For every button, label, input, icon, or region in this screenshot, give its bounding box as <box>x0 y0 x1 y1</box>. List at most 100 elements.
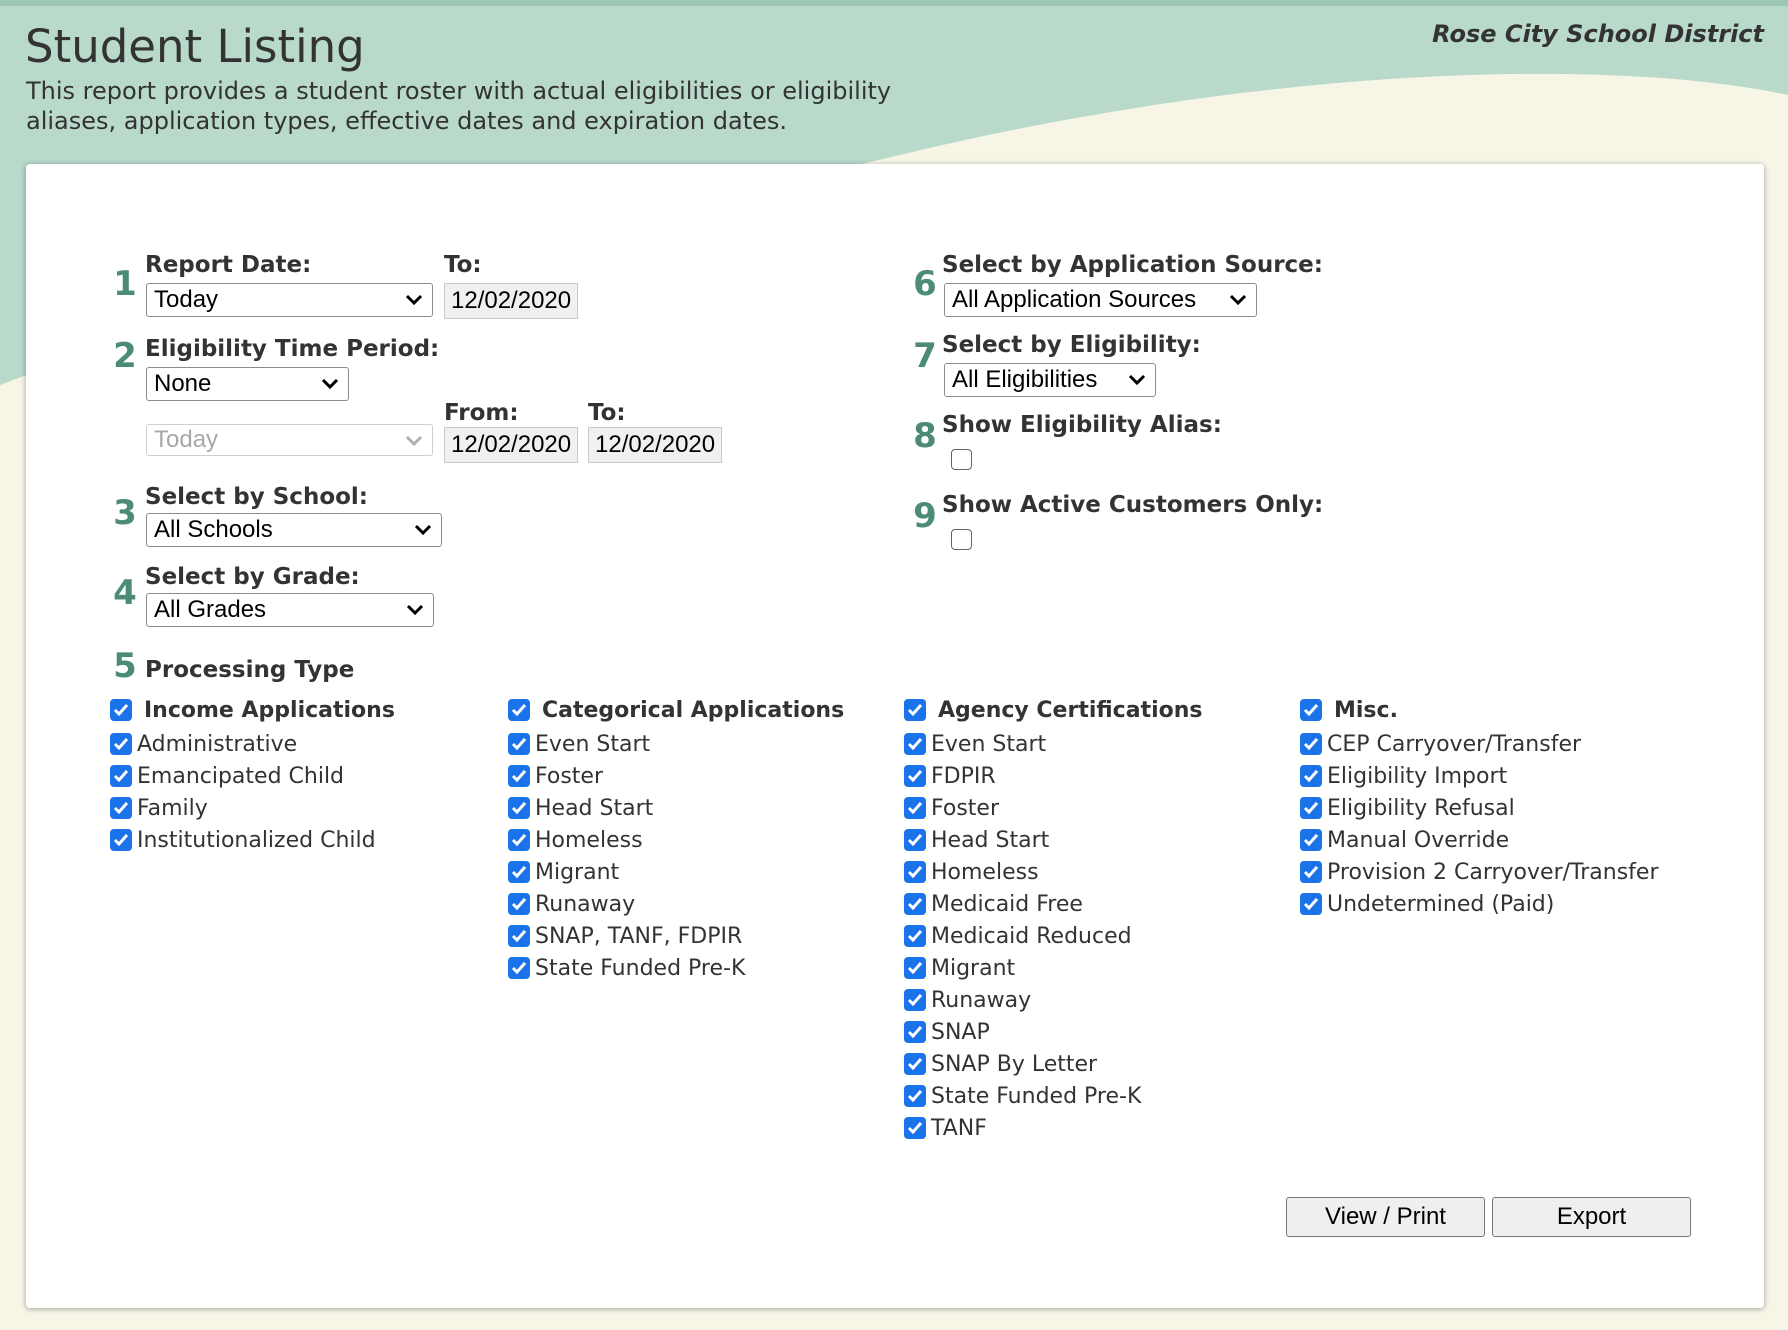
option-checkbox[interactable] <box>508 893 530 915</box>
application-source-value: All Application Sources <box>952 286 1197 313</box>
processing-type-option[interactable]: SNAP <box>904 1018 1294 1050</box>
export-button[interactable]: Export <box>1492 1197 1691 1237</box>
period-to-label: To: <box>588 400 626 426</box>
grade-select[interactable]: All Grades <box>146 593 434 627</box>
option-checkbox[interactable] <box>904 893 926 915</box>
processing-type-option[interactable]: Head Start <box>904 826 1294 858</box>
option-checkbox[interactable] <box>1300 861 1322 883</box>
option-checkbox[interactable] <box>508 861 530 883</box>
option-checkbox[interactable] <box>904 1117 926 1139</box>
processing-type-option[interactable]: Foster <box>904 794 1294 826</box>
school-select[interactable]: All Schools <box>146 513 442 547</box>
option-checkbox[interactable] <box>904 989 926 1011</box>
active-customers-checkbox[interactable] <box>951 529 972 550</box>
step-number-2: 2 <box>113 336 137 376</box>
option-checkbox[interactable] <box>904 1021 926 1043</box>
eligibility-alias-checkbox[interactable] <box>951 449 972 470</box>
option-checkbox[interactable] <box>904 765 926 787</box>
option-checkbox[interactable] <box>110 765 132 787</box>
step-number-3: 3 <box>113 493 137 533</box>
option-checkbox[interactable] <box>1300 797 1322 819</box>
processing-type-option[interactable]: Emancipated Child <box>110 762 500 794</box>
option-checkbox[interactable] <box>904 925 926 947</box>
option-checkbox[interactable] <box>508 925 530 947</box>
option-checkbox[interactable] <box>508 733 530 755</box>
processing-type-option[interactable]: Migrant <box>904 954 1294 986</box>
view-print-button[interactable]: View / Print <box>1286 1197 1485 1237</box>
option-checkbox[interactable] <box>508 957 530 979</box>
option-checkbox[interactable] <box>1300 733 1322 755</box>
option-checkbox[interactable] <box>904 733 926 755</box>
checkmark-icon <box>1303 770 1319 783</box>
checkmark-icon <box>511 834 527 847</box>
processing-group-header[interactable]: Categorical Applications <box>508 696 898 730</box>
processing-type-option[interactable]: State Funded Pre-K <box>508 954 898 986</box>
processing-type-option[interactable]: Even Start <box>904 730 1294 762</box>
processing-type-option[interactable]: FDPIR <box>904 762 1294 794</box>
option-label: Foster <box>931 796 999 821</box>
processing-type-option[interactable]: Eligibility Import <box>1300 762 1690 794</box>
processing-type-option[interactable]: Runaway <box>508 890 898 922</box>
processing-type-option[interactable]: Homeless <box>904 858 1294 890</box>
checkmark-icon <box>907 1090 923 1103</box>
group-checkbox[interactable] <box>508 699 530 721</box>
option-checkbox[interactable] <box>904 1053 926 1075</box>
group-checkbox[interactable] <box>110 699 132 721</box>
option-checkbox[interactable] <box>508 797 530 819</box>
processing-type-option[interactable]: Homeless <box>508 826 898 858</box>
option-checkbox[interactable] <box>904 797 926 819</box>
option-label: SNAP By Letter <box>931 1052 1098 1077</box>
step-number-4: 4 <box>113 573 137 613</box>
eligibility-select[interactable]: All Eligibilities <box>944 363 1156 397</box>
period-from-field[interactable]: 12/02/2020 <box>444 427 578 463</box>
processing-type-option[interactable]: TANF <box>904 1114 1294 1146</box>
processing-type-option[interactable]: Medicaid Free <box>904 890 1294 922</box>
option-checkbox[interactable] <box>1300 829 1322 851</box>
processing-type-option[interactable]: Administrative <box>110 730 500 762</box>
processing-type-option[interactable]: Manual Override <box>1300 826 1690 858</box>
checkmark-icon <box>907 866 923 879</box>
checkmark-icon <box>1303 738 1319 751</box>
option-checkbox[interactable] <box>110 733 132 755</box>
checkmark-icon <box>511 802 527 815</box>
processing-group-header[interactable]: Misc. <box>1300 696 1690 730</box>
processing-type-option[interactable]: CEP Carryover/Transfer <box>1300 730 1690 762</box>
processing-type-option[interactable]: Foster <box>508 762 898 794</box>
checkmark-icon <box>1303 898 1319 911</box>
period-to-field[interactable]: 12/02/2020 <box>588 427 722 463</box>
option-checkbox[interactable] <box>1300 765 1322 787</box>
checkmark-icon <box>907 834 923 847</box>
processing-type-option[interactable]: Even Start <box>508 730 898 762</box>
processing-group-header[interactable]: Income Applications <box>110 696 500 730</box>
report-date-to-field[interactable]: 12/02/2020 <box>444 283 578 319</box>
processing-type-option[interactable]: SNAP, TANF, FDPIR <box>508 922 898 954</box>
option-checkbox[interactable] <box>508 829 530 851</box>
option-checkbox[interactable] <box>110 797 132 819</box>
option-checkbox[interactable] <box>904 1085 926 1107</box>
option-checkbox[interactable] <box>508 765 530 787</box>
report-date-select[interactable]: Today <box>146 283 433 317</box>
checkmark-icon <box>907 1122 923 1135</box>
processing-type-option[interactable]: Medicaid Reduced <box>904 922 1294 954</box>
option-checkbox[interactable] <box>904 861 926 883</box>
processing-group-header[interactable]: Agency Certifications <box>904 696 1294 730</box>
processing-type-option[interactable]: State Funded Pre-K <box>904 1082 1294 1114</box>
processing-type-option[interactable]: SNAP By Letter <box>904 1050 1294 1082</box>
group-checkbox[interactable] <box>904 699 926 721</box>
option-checkbox[interactable] <box>110 829 132 851</box>
processing-type-option[interactable]: Head Start <box>508 794 898 826</box>
option-checkbox[interactable] <box>1300 893 1322 915</box>
processing-type-option[interactable]: Undetermined (Paid) <box>1300 890 1690 922</box>
processing-type-option[interactable]: Migrant <box>508 858 898 890</box>
processing-type-option[interactable]: Eligibility Refusal <box>1300 794 1690 826</box>
processing-type-option[interactable]: Family <box>110 794 500 826</box>
application-source-select[interactable]: All Application Sources <box>944 283 1257 317</box>
processing-type-option[interactable]: Institutionalized Child <box>110 826 500 858</box>
option-checkbox[interactable] <box>904 957 926 979</box>
processing-type-option[interactable]: Runaway <box>904 986 1294 1018</box>
group-checkbox[interactable] <box>1300 699 1322 721</box>
option-checkbox[interactable] <box>904 829 926 851</box>
processing-type-option[interactable]: Provision 2 Carryover/Transfer <box>1300 858 1690 890</box>
school-label: Select by School: <box>145 484 369 510</box>
eligibility-time-period-select[interactable]: None <box>146 367 349 401</box>
